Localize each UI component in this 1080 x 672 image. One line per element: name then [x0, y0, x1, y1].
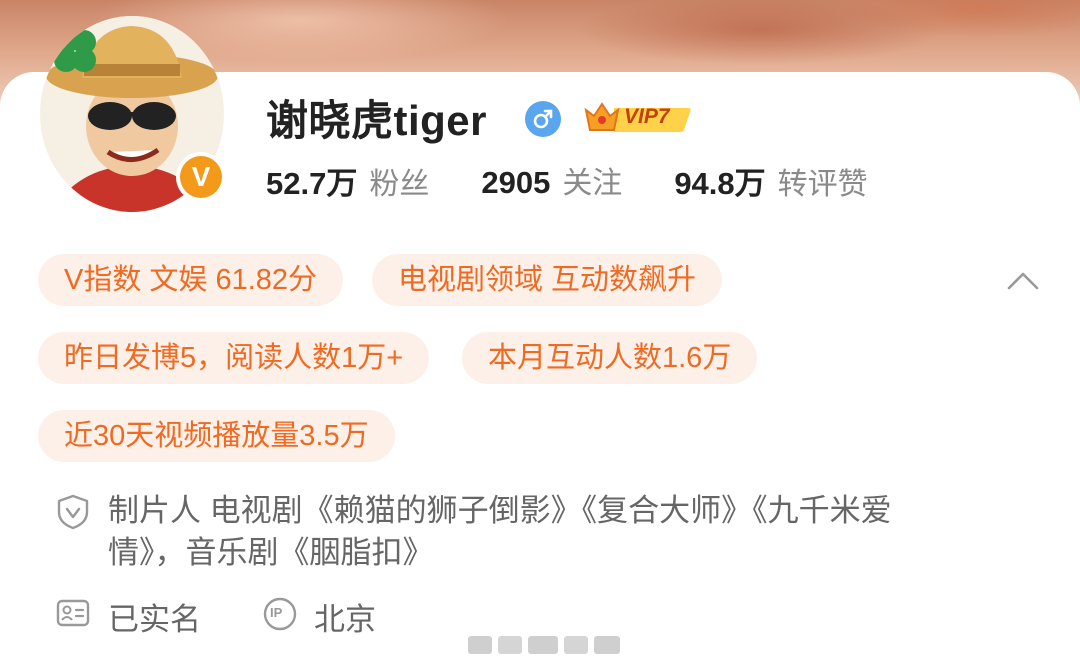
stat-interactions[interactable]: 94.8万 转评赞	[674, 158, 867, 203]
tag-chip-monthly[interactable]: 本月互动人数1.6万	[462, 332, 758, 384]
profile-bio: 制片人 电视剧《赖猫的狮子倒影》《复合大师》《九千米爱 情》，音乐剧《胭脂扣》	[108, 490, 1008, 574]
stat-number: 52.7万	[266, 165, 358, 201]
stat-label: 转评赞	[777, 167, 868, 201]
id-card-icon	[56, 598, 90, 632]
tag-chip-v-index[interactable]: V指数 文娱 61.82分	[38, 254, 344, 306]
real-name-label: 已实名	[108, 602, 201, 637]
verified-badge-icon: V	[176, 152, 226, 202]
stat-label: 关注	[562, 167, 623, 200]
tag-chip-domain[interactable]: 电视剧领域 互动数飙升	[372, 254, 723, 306]
tag-chip-video[interactable]: 近30天视频播放量3.5万	[38, 410, 395, 462]
male-icon	[525, 101, 561, 137]
verified-badge-label: V	[180, 156, 222, 198]
vip-label: VIP7	[624, 105, 670, 128]
ip-icon-text: IP	[270, 605, 283, 620]
stat-followers[interactable]: 52.7万 粉丝	[266, 158, 429, 203]
bio-line-1: 制片人 电视剧《赖猫的狮子倒影》《复合大师》《九千米爱	[108, 493, 892, 528]
stat-following[interactable]: 2905 关注	[481, 158, 622, 202]
stat-number: 94.8万	[674, 165, 766, 201]
profile-stats: 52.7万 粉丝 2905 关注 94.8万 转评赞	[266, 158, 920, 202]
bio-line-2: 情》，音乐剧《胭脂扣》	[108, 535, 434, 570]
stat-label: 粉丝	[369, 167, 430, 201]
watermark-blur	[468, 630, 622, 660]
shield-icon	[56, 494, 90, 534]
stat-number: 2905	[481, 165, 551, 200]
profile-name: 谢晓虎tiger	[266, 97, 488, 144]
tag-chip-yesterday[interactable]: 昨日发博5，阅读人数1万+	[38, 332, 430, 384]
ip-location-label: 北京	[314, 602, 376, 637]
ip-location-icon: IP	[262, 596, 298, 636]
collapse-chevron-up-icon[interactable]	[1004, 266, 1042, 296]
vip-badge[interactable]: VIP7	[584, 100, 692, 136]
